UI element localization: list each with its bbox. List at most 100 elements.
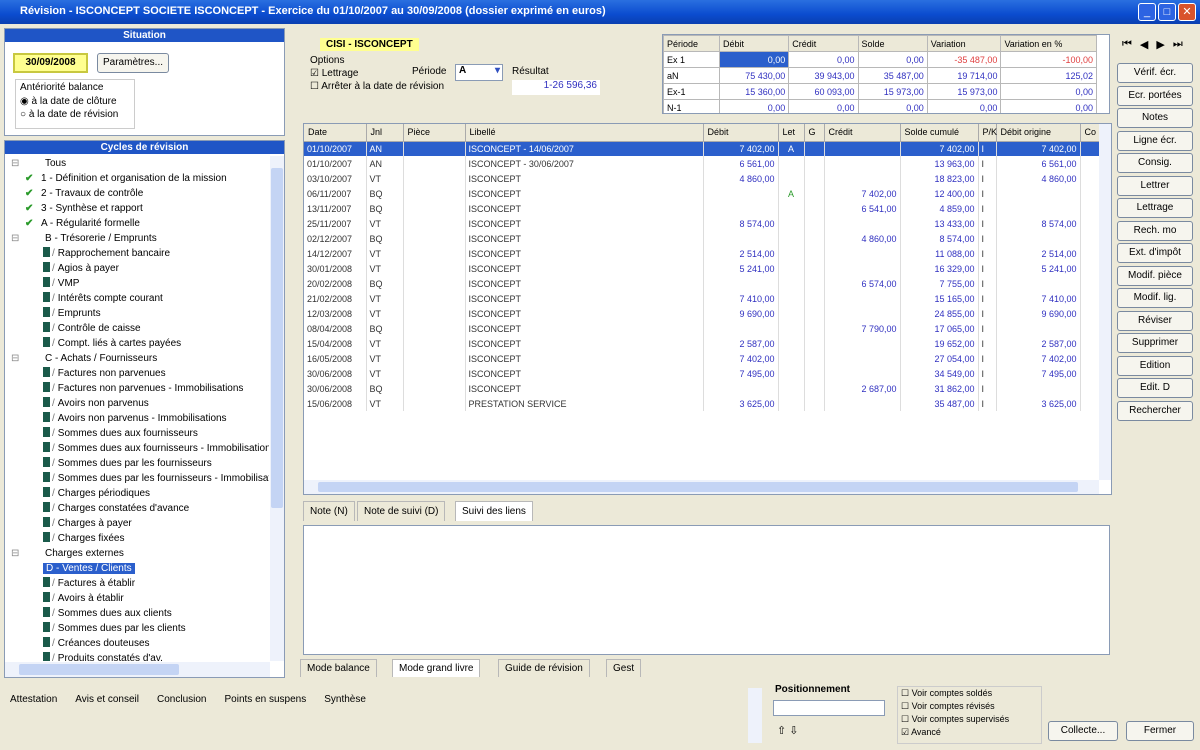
tree-item[interactable]: / Sommes dues aux clients (5, 606, 172, 621)
tree-hscrollbar[interactable] (5, 662, 270, 677)
tree-item[interactable]: ✔ 2 - Travaux de contrôle (5, 186, 143, 201)
note-tab[interactable]: Note (N) (303, 501, 355, 521)
table-row[interactable]: 01/10/2007 AN ISCONCEPT - 30/06/2007 6 561,… (304, 156, 1100, 171)
tree-vscroll-thumb[interactable] (271, 168, 283, 508)
table-row[interactable]: 14/12/2007 VT ISCONCEPT 2 514,00 11 088,00 I 2… (304, 246, 1100, 261)
table-row[interactable]: 03/10/2007 VT ISCONCEPT 4 860,00 18 823,00 I 4… (304, 171, 1100, 186)
tree-item[interactable]: / Avoirs non parvenus - Immobilisations (5, 411, 227, 426)
table-row[interactable]: 06/11/2007 BQ ISCONCEPT A 7 402,00 12 400,00 I (304, 186, 1100, 201)
stats-header[interactable]: Crédit (788, 35, 859, 52)
bottom-scroll[interactable] (748, 688, 762, 743)
stats-header[interactable]: Variation en % (1000, 35, 1097, 52)
collapse-icon[interactable]: ⊟ (11, 231, 19, 246)
filter-checkbox[interactable]: ☑ (901, 727, 911, 737)
nav-last-icon[interactable]: ⏭ (1173, 38, 1183, 51)
table-row[interactable]: 15/06/2008 VT PRESTATION SERVICE 3 625,00 35… (304, 396, 1100, 411)
tree-item[interactable]: / Charges à payer (5, 516, 132, 531)
note-tab[interactable]: Note de suivi (D) (357, 501, 446, 521)
tree-item[interactable]: / Emprunts (5, 306, 101, 321)
collecte-button[interactable]: Collecte... (1048, 721, 1118, 741)
table-row[interactable]: 16/05/2008 VT ISCONCEPT 7 402,00 27 054,00 I 7… (304, 351, 1100, 366)
tree-item[interactable]: / Sommes dues par les fournisseurs (5, 456, 212, 471)
nav-prev-icon[interactable]: ◀ (1140, 38, 1148, 51)
action-button[interactable]: Ext. d'impôt (1117, 243, 1193, 263)
table-row[interactable]: 30/06/2008 BQ ISCONCEPT 2 687,00 31 862,00 I (304, 381, 1100, 396)
note-textarea[interactable] (303, 525, 1110, 655)
stats-header[interactable]: Débit (718, 35, 790, 52)
table-row[interactable]: 20/02/2008 BQ ISCONCEPT 6 574,00 7 755,00 I (304, 276, 1100, 291)
filter-option[interactable]: ☐ Voir comptes supervisés (898, 713, 1041, 726)
filter-option[interactable]: ☐ Voir comptes soldés (898, 687, 1041, 700)
table-row[interactable]: 21/02/2008 VT ISCONCEPT 7 410,00 15 165,00 I 7… (304, 291, 1100, 306)
table-row[interactable]: 12/03/2008 VT ISCONCEPT 9 690,00 24 855,00 I 9… (304, 306, 1100, 321)
table-row[interactable]: 30/06/2008 VT ISCONCEPT 7 495,00 34 549,00 I 7… (304, 366, 1100, 381)
stats-row[interactable]: aN 75 430,00 39 943,00 35 487,00 19 714,00 12… (663, 67, 1097, 84)
tree-item[interactable]: / Charges périodiques (5, 486, 150, 501)
parametres-button[interactable]: Paramètres... (97, 53, 169, 73)
table-row[interactable]: 08/04/2008 BQ ISCONCEPT 7 790,00 17 065,00 I (304, 321, 1100, 336)
grid-header[interactable]: Pièce (403, 124, 466, 142)
stats-header[interactable]: Variation (926, 35, 1002, 52)
mode-tab[interactable]: Guide de révision (498, 659, 590, 677)
mode-tab[interactable]: Mode balance (300, 659, 377, 677)
action-button[interactable]: Rechercher (1117, 400, 1193, 421)
stats-row[interactable]: Ex-1 15 360,00 60 093,00 15 973,00 15 973,00… (663, 83, 1097, 100)
nav-first-icon[interactable]: ⏮ (1122, 38, 1132, 51)
action-button[interactable]: Réviser (1117, 310, 1193, 331)
grid-header[interactable]: Jnl (366, 124, 404, 142)
grid-header[interactable]: Débit origine (996, 124, 1081, 142)
action-button[interactable]: Lettrer (1117, 175, 1193, 196)
grid-header[interactable]: Crédit (824, 124, 901, 142)
radio-revision[interactable]: ○ (20, 109, 29, 120)
tree-item[interactable]: ✔ A - Régularité formelle (5, 216, 140, 231)
tree-item[interactable]: / Charges fixées (5, 531, 124, 546)
collapse-icon[interactable]: ⊟ (11, 351, 19, 366)
tree-item[interactable]: ⊟ Tous (5, 156, 66, 171)
stats-header[interactable]: Période (663, 35, 720, 52)
tree-item[interactable]: ⊟ C - Achats / Fournisseurs (5, 351, 157, 366)
tree-item[interactable]: / Sommes dues par les fournisseurs - Immo… (5, 471, 269, 486)
table-row[interactable]: 13/11/2007 BQ ISCONCEPT 6 541,00 4 859,00 I (304, 201, 1100, 216)
tree-item[interactable]: / Compt. liés à cartes payées (5, 336, 181, 351)
grid-header[interactable]: Date (304, 124, 367, 142)
action-button[interactable]: Notes (1117, 108, 1193, 128)
action-button[interactable]: Ecr. portées (1117, 85, 1193, 106)
action-button[interactable]: Ligne écr. (1117, 130, 1193, 151)
arrow-up-icon[interactable]: ⇧ (777, 725, 786, 737)
table-row[interactable]: 25/11/2007 VT ISCONCEPT 8 574,00 13 433,00 I 8… (304, 216, 1100, 231)
filter-checkbox[interactable]: ☐ (901, 714, 912, 724)
tree-item[interactable]: / Intérêts compte courant (5, 291, 163, 306)
periode-select[interactable]: A ▾ (455, 64, 503, 81)
grid-vscrollbar[interactable] (1099, 124, 1111, 480)
cycles-tree[interactable]: ⊟ Tous ✔ 1 - Définition et organisation de … (5, 156, 269, 661)
tree-item[interactable]: / Contrôle de caisse (5, 321, 141, 336)
action-button[interactable]: Edition (1117, 355, 1193, 376)
situation-date[interactable]: 30/09/2008 (13, 53, 88, 73)
maximize-button[interactable]: □ (1158, 3, 1176, 21)
table-row[interactable]: 15/04/2008 VT ISCONCEPT 2 587,00 19 652,00 I 2… (304, 336, 1100, 351)
collapse-icon[interactable]: ⊟ (11, 156, 19, 171)
tree-item[interactable]: ⊟ B - Trésorerie / Emprunts (5, 231, 157, 246)
minimize-button[interactable]: _ (1138, 3, 1156, 21)
tree-item[interactable]: / Sommes dues par les clients (5, 621, 186, 636)
tree-item[interactable]: / Agios à payer (5, 261, 119, 276)
stats-row[interactable]: N-1 0,00 0,00 0,00 0,00 0,00 (663, 99, 1097, 113)
action-button[interactable]: Vérif. écr. (1117, 63, 1193, 83)
stats-row[interactable]: Ex 1 0,00 0,00 0,00 -35 487,00 -100,00 (663, 51, 1097, 68)
grid-header[interactable]: P/K (978, 124, 997, 142)
filter-checkbox[interactable]: ☐ (901, 688, 912, 698)
tree-item[interactable]: ⊟ Charges externes (5, 546, 124, 561)
filter-checkbox[interactable]: ☐ (901, 701, 912, 711)
radio-cloture[interactable]: ◉ (20, 96, 32, 107)
mode-tab[interactable]: Mode grand livre (392, 659, 481, 677)
close-button[interactable]: ✕ (1178, 3, 1196, 21)
grid-header[interactable]: Let (778, 124, 805, 142)
tree-item[interactable]: / Créances douteuses (5, 636, 150, 651)
grid-header[interactable]: Co (1080, 124, 1100, 142)
table-row[interactable]: 30/01/2008 VT ISCONCEPT 5 241,00 16 329,00 I 5… (304, 261, 1100, 276)
action-button[interactable]: Lettrage (1117, 198, 1193, 218)
table-row[interactable]: 02/12/2007 BQ ISCONCEPT 4 860,00 8 574,00 I (304, 231, 1100, 246)
tree-item[interactable]: / VMP (5, 276, 79, 291)
action-button[interactable]: Consig. (1117, 153, 1193, 173)
toolbar-button[interactable]: Attestation (10, 694, 57, 705)
